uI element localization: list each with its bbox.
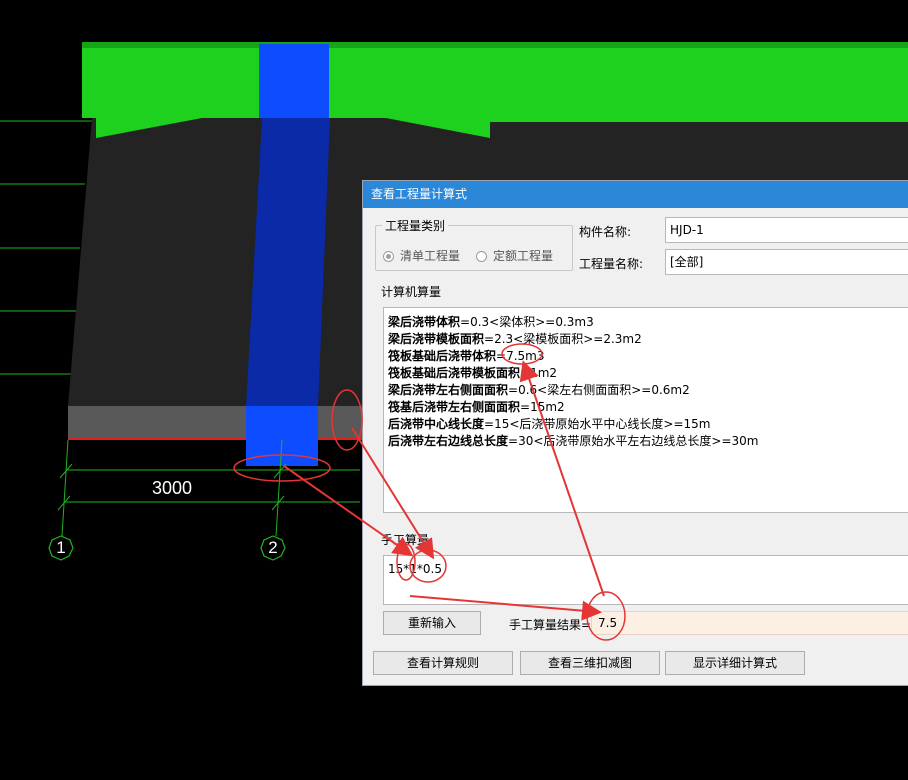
component-name-label: 构件名称: bbox=[579, 225, 632, 239]
calc-row: 梁后浇带左右侧面面积=0.6<梁左右侧面面积>=0.6m2 bbox=[388, 383, 690, 397]
dialog-title[interactable]: 查看工程量计算式 bbox=[363, 181, 908, 208]
axis-label-1: 1 bbox=[56, 538, 66, 557]
blue-post-bottom bbox=[246, 406, 318, 466]
calc-row: 筏基后浇带左右侧面面积=15m2 bbox=[388, 400, 565, 414]
calc-row: 后浇带左右边线总长度=30<后浇带原始水平左右边线总长度>=30m bbox=[388, 434, 759, 448]
view-rules-button[interactable]: 查看计算规则 bbox=[373, 651, 513, 675]
radio-dot-selected bbox=[383, 251, 394, 262]
radio-bill-label: 清单工程量 bbox=[400, 249, 461, 263]
green-beam-top bbox=[82, 42, 908, 48]
manual-result-label: 手工算量结果= bbox=[509, 618, 592, 632]
manual-result-field: 7.5 bbox=[591, 611, 908, 635]
manual-calc-label: 手工算量 bbox=[381, 533, 430, 547]
dimension-text: 3000 bbox=[152, 478, 193, 498]
view-3d-button[interactable]: 查看三维扣减图 bbox=[520, 651, 660, 675]
axis-label-2: 2 bbox=[268, 538, 278, 557]
computer-calc-box[interactable]: 梁后浇带体积=0.3<梁体积>=0.3m3 梁后浇带模板面积=2.3<梁模板面积… bbox=[383, 307, 908, 513]
calc-row: 后浇带中心线长度=15<后浇带原始水平中心线长度>=15m bbox=[388, 417, 711, 431]
blue-post-upper bbox=[259, 44, 329, 118]
quantity-type-title: 工程量类别 bbox=[382, 217, 449, 234]
calc-row: 筏板基础后浇带体积=7.5m3 bbox=[388, 349, 545, 363]
computer-calc-label: 计算机算量 bbox=[381, 285, 442, 299]
show-detail-button[interactable]: 显示详细计算式 bbox=[665, 651, 805, 675]
calc-row: 梁后浇带体积=0.3<梁体积>=0.3m3 bbox=[388, 315, 594, 329]
radio-quota-label: 定额工程量 bbox=[493, 249, 554, 263]
manual-calc-input[interactable]: 15*1*0.5 bbox=[383, 555, 908, 605]
reenter-button[interactable]: 重新输入 bbox=[383, 611, 481, 635]
quantity-type-group: 工程量类别 清单工程量 定额工程量 bbox=[375, 217, 573, 271]
quantity-formula-dialog: 查看工程量计算式 工程量类别 清单工程量 定额工程量 构件名称: HJD-1 工… bbox=[362, 180, 908, 686]
radio-bill-quantity[interactable]: 清单工程量 bbox=[383, 247, 460, 264]
calc-row: 筏板基础后浇带模板面积=1m2 bbox=[388, 366, 558, 380]
quantity-name-select[interactable]: [全部] bbox=[665, 249, 908, 275]
radio-quota-quantity[interactable]: 定额工程量 bbox=[476, 247, 553, 264]
quantity-name-label: 工程量名称: bbox=[579, 257, 644, 271]
radio-dot bbox=[476, 251, 487, 262]
component-name-field[interactable]: HJD-1 bbox=[665, 217, 908, 243]
calc-row: 梁后浇带模板面积=2.3<梁模板面积>=2.3m2 bbox=[388, 332, 642, 346]
axis-bubbles bbox=[48, 535, 286, 561]
